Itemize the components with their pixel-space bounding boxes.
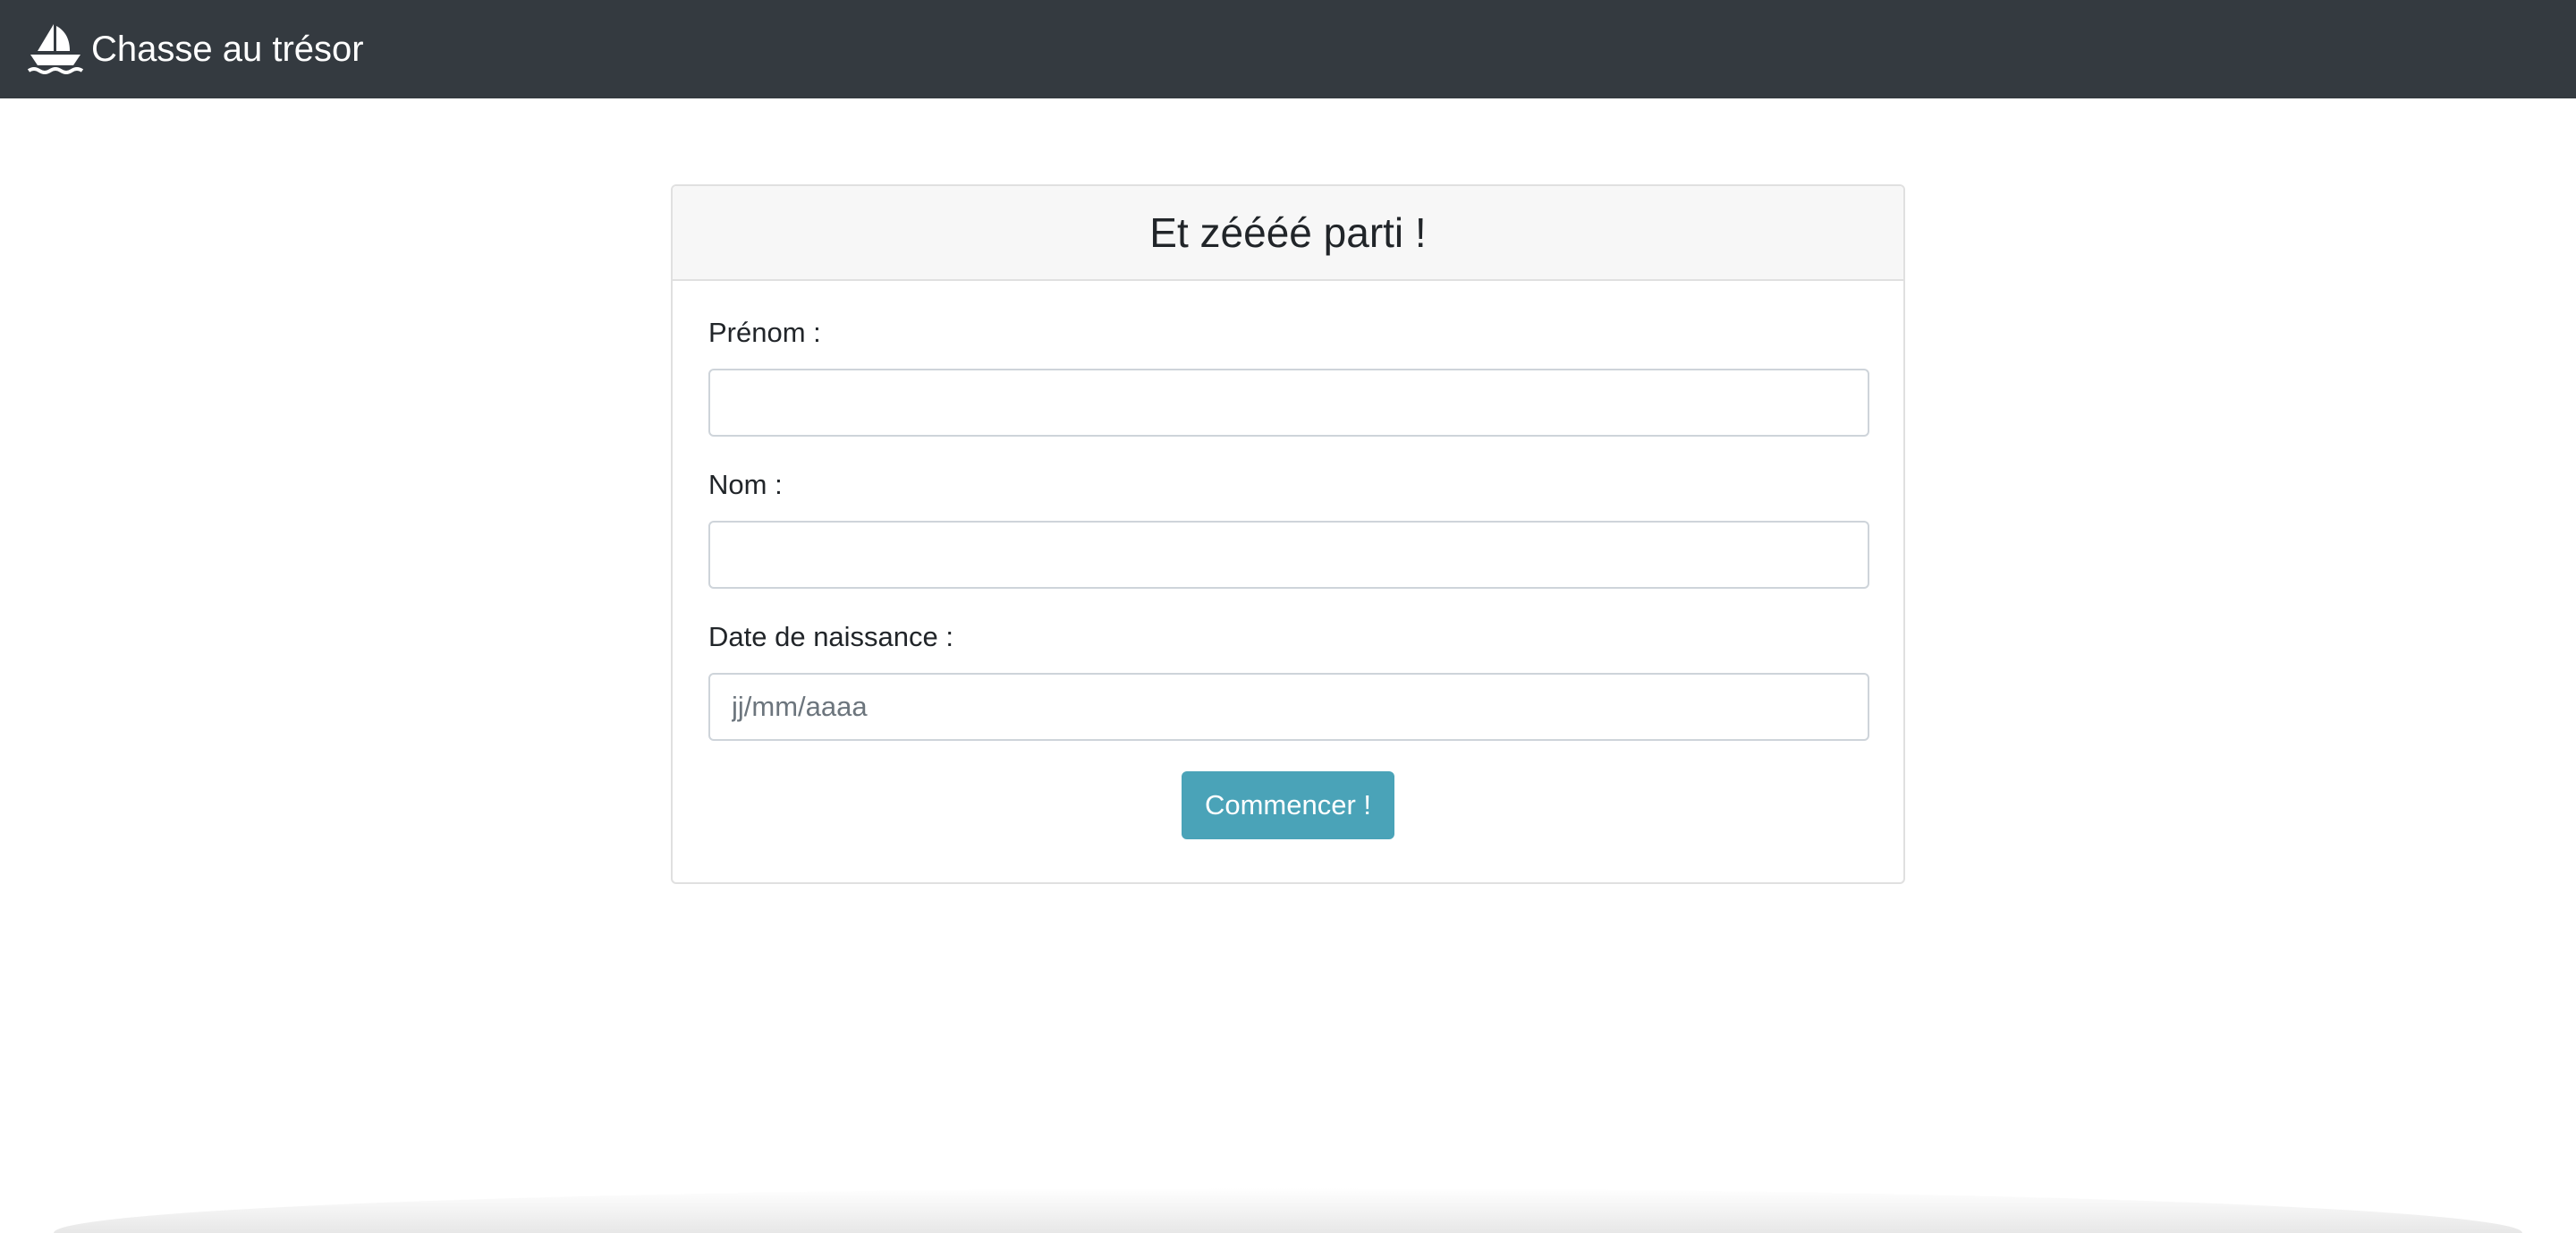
birthdate-input[interactable] — [708, 673, 1869, 741]
start-button[interactable]: Commencer ! — [1181, 771, 1395, 839]
birthdate-label: Date de naissance : — [708, 621, 954, 652]
card-body: Prénom : Nom : Date de naissance : Comme… — [673, 281, 1903, 839]
last-name-label: Nom : — [708, 469, 783, 500]
start-card: Et zéééé parti ! Prénom : Nom : Date de … — [671, 184, 1905, 884]
card-title: Et zéééé parti ! — [1149, 209, 1427, 256]
last-name-input[interactable] — [708, 521, 1869, 589]
first-name-label: Prénom : — [708, 317, 821, 348]
window-bottom-shadow — [54, 1188, 2522, 1233]
last-name-group: Nom : — [708, 469, 1869, 589]
brand-title: Chasse au trésor — [91, 29, 364, 69]
first-name-group: Prénom : — [708, 317, 1869, 437]
card-header: Et zéééé parti ! — [673, 186, 1903, 281]
top-navbar: Chasse au trésor — [0, 0, 2576, 98]
brand-link[interactable]: Chasse au trésor — [27, 21, 364, 78]
submit-wrap: Commencer ! — [708, 771, 1868, 839]
birthdate-group: Date de naissance : — [708, 621, 1869, 741]
start-form: Prénom : Nom : Date de naissance : Comme… — [708, 317, 1869, 839]
ship-icon — [27, 24, 84, 74]
first-name-input[interactable] — [708, 369, 1869, 437]
